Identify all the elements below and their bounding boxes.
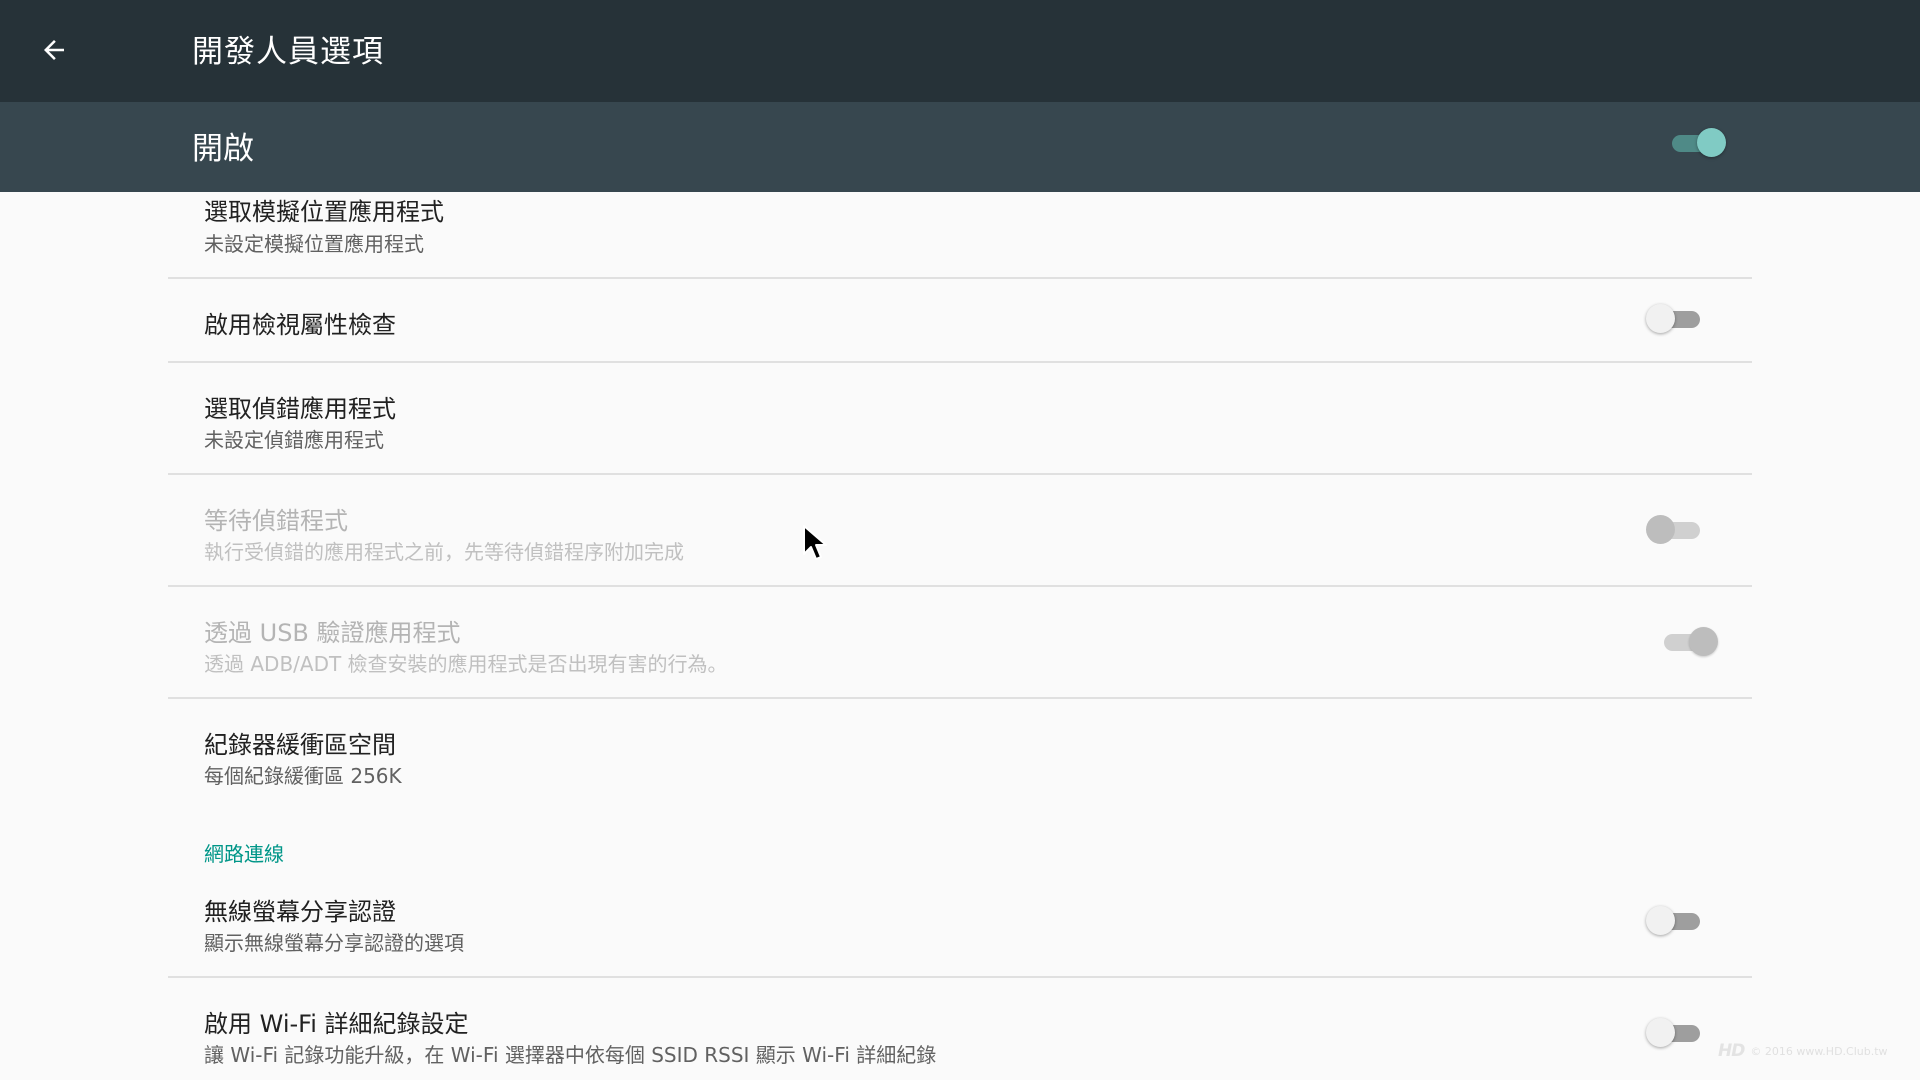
- wifi-verbose-logging-toggle[interactable]: [1646, 1016, 1706, 1050]
- logger-buffer-size-item[interactable]: 紀錄器緩衝區空間 每個紀錄緩衝區 256K: [168, 699, 1752, 809]
- watermark-logo: HD: [1718, 1041, 1745, 1061]
- verify-apps-over-usb-item: 透過 USB 驗證應用程式 透過 ADB/ADT 檢查安裝的應用程式是否出現有害…: [168, 587, 1752, 697]
- select-debug-app-item[interactable]: 選取偵錯應用程式 未設定偵錯應用程式: [168, 363, 1752, 473]
- wireless-display-certification-toggle[interactable]: [1646, 904, 1706, 938]
- mouse-pointer-icon: [803, 525, 827, 560]
- master-toggle-switch[interactable]: [1666, 126, 1726, 160]
- item-summary: 透過 ADB/ADT 檢查安裝的應用程式是否出現有害的行為。: [204, 652, 728, 676]
- item-title: 啟用 Wi-Fi 詳細紀錄設定: [204, 1010, 469, 1038]
- wait-for-debugger-toggle: [1646, 513, 1706, 547]
- arrow-back-icon: [44, 40, 64, 60]
- item-title: 無線螢幕分享認證: [204, 898, 396, 926]
- master-switch-label: 開啟: [192, 131, 254, 167]
- verify-apps-over-usb-toggle: [1658, 625, 1718, 659]
- item-title: 透過 USB 驗證應用程式: [204, 619, 461, 647]
- page-title: 開發人員選項: [192, 34, 384, 70]
- wireless-display-certification-item[interactable]: 無線螢幕分享認證 顯示無線螢幕分享認證的選項: [168, 866, 1752, 976]
- item-summary: 讓 Wi-Fi 記錄功能升級，在 Wi-Fi 選擇器中依每個 SSID RSSI…: [204, 1043, 937, 1067]
- developer-options-master-switch-row[interactable]: 開啟: [0, 102, 1920, 192]
- select-mock-location-app-item[interactable]: 選取模擬位置應用程式 未設定模擬位置應用程式: [168, 192, 1752, 278]
- item-summary: 未設定模擬位置應用程式: [204, 232, 424, 256]
- view-attribute-inspection-toggle[interactable]: [1646, 302, 1706, 336]
- item-summary: 未設定偵錯應用程式: [204, 428, 384, 452]
- wait-for-debugger-item: 等待偵錯程式 執行受偵錯的應用程式之前，先等待偵錯程序附加完成: [168, 475, 1752, 585]
- item-title: 選取偵錯應用程式: [204, 395, 396, 423]
- item-title: 選取模擬位置應用程式: [204, 198, 444, 226]
- enable-wifi-verbose-logging-item[interactable]: 啟用 Wi-Fi 詳細紀錄設定 讓 Wi-Fi 記錄功能升級，在 Wi-Fi 選…: [168, 978, 1752, 1080]
- app-bar: 開發人員選項: [0, 0, 1920, 102]
- watermark: HD © 2016 www.HD.Club.tw: [1718, 1040, 1888, 1062]
- item-summary: 執行受偵錯的應用程式之前，先等待偵錯程序附加完成: [204, 540, 684, 564]
- item-summary: 顯示無線螢幕分享認證的選項: [204, 931, 464, 955]
- enable-view-attribute-inspection-item[interactable]: 啟用檢視屬性檢查: [168, 279, 1752, 362]
- watermark-text: © 2016 www.HD.Club.tw: [1750, 1044, 1888, 1058]
- item-title: 啟用檢視屬性檢查: [204, 311, 396, 339]
- item-summary: 每個紀錄緩衝區 256K: [204, 764, 402, 788]
- back-button[interactable]: [30, 26, 78, 74]
- networking-category-header: 網路連線: [204, 842, 284, 866]
- item-title: 等待偵錯程式: [204, 507, 348, 535]
- item-title: 紀錄器緩衝區空間: [204, 731, 396, 759]
